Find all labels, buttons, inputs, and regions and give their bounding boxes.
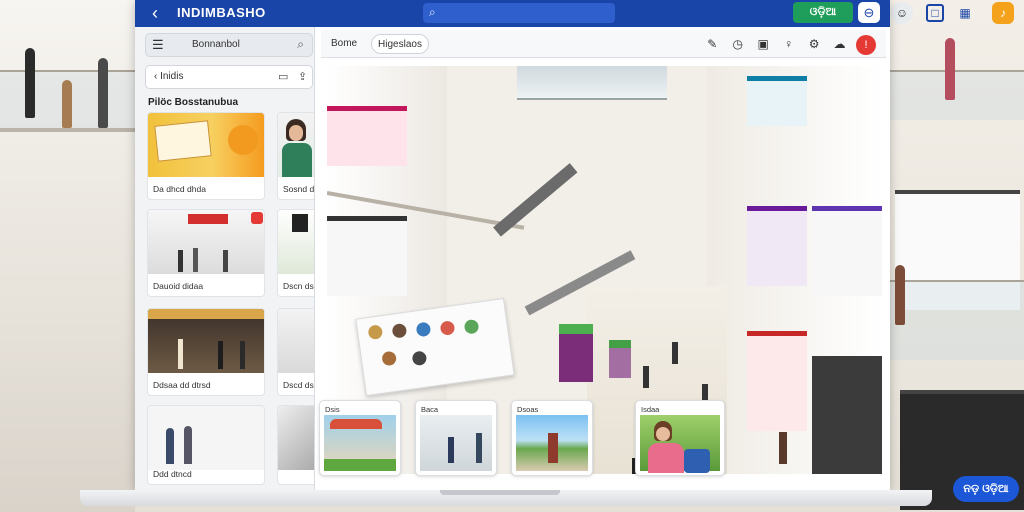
thumbnail-image <box>516 415 588 471</box>
hamburger-icon[interactable]: ☰ <box>152 37 164 53</box>
media-card[interactable]: Dauoid didaa <box>147 209 265 297</box>
media-card[interactable] <box>277 405 314 485</box>
card-caption: Sosnd dhsga <box>283 184 315 194</box>
thumbnail-image <box>640 415 720 473</box>
square-icon[interactable]: ▣ <box>754 34 772 54</box>
card-thumbnail <box>278 309 314 373</box>
media-card[interactable]: Da dhcd dhda <box>147 112 265 200</box>
search-bar[interactable]: ⌕ <box>423 3 615 23</box>
app-title: INDIMBASHO <box>177 5 266 20</box>
clock-icon[interactable]: ◷ <box>729 34 747 54</box>
shopper-figure <box>98 58 108 128</box>
thumbnail-label: Baca <box>421 405 439 414</box>
thumbnail-label: Dsoas <box>517 405 539 414</box>
tab-highlights[interactable]: Higeslaos <box>371 34 429 54</box>
card-caption: Ddd dtncd <box>153 469 192 479</box>
card-caption: Dscd dssa <box>283 380 314 390</box>
alert-icon[interactable]: ! <box>856 35 876 55</box>
thumbnail-card[interactable]: Dsis <box>319 400 401 476</box>
shopper-figure <box>25 48 35 118</box>
display-stand <box>609 340 631 378</box>
card-caption: Dauoid didaa <box>153 281 204 291</box>
floating-action-button[interactable]: ନଡ଼ ଓଡ଼ିଆ <box>953 476 1019 502</box>
card-thumbnail <box>148 113 264 177</box>
main-image <box>327 66 882 474</box>
thumbnail-image <box>420 415 492 471</box>
skylight <box>517 66 667 100</box>
grid-icon[interactable]: ▦ <box>954 2 976 24</box>
card-thumbnail <box>148 210 264 274</box>
account-icon[interactable]: ⊖ <box>858 2 880 23</box>
search-input[interactable] <box>447 5 607 21</box>
media-card[interactable]: Ddsaa dd dtrsd <box>147 308 265 396</box>
lightbulb-icon[interactable]: ♀ <box>780 34 798 54</box>
square-icon[interactable]: ▭ <box>278 70 288 83</box>
panel-header-label: Bonnanbol <box>192 39 240 50</box>
laptop-base <box>80 490 932 506</box>
thumbnail-label: Isdaa <box>641 405 660 414</box>
back-arrow-icon[interactable]: ‹ <box>145 3 165 23</box>
card-thumbnail <box>148 406 264 470</box>
shopper-figure <box>945 38 955 100</box>
card-thumbnail <box>148 309 264 373</box>
media-card[interactable]: Ddd dtncd <box>147 405 265 485</box>
share-icon[interactable]: ⇪ <box>298 70 307 83</box>
cloud-icon[interactable]: ☁ <box>831 34 849 54</box>
panel-header: ☰ Bonnanbol ⌕ <box>145 33 313 57</box>
toolbar-icons: ✎ ◷ ▣ ♀ ⚙ ☁ ! <box>700 34 876 55</box>
media-card[interactable]: Dscd dssa <box>277 308 314 396</box>
left-panel: ☰ Bonnanbol ⌕ ‹ Inidis ▭ ⇪ Pilöc Bosstan… <box>135 27 315 490</box>
escalator <box>493 163 578 237</box>
section-title: Pilöc Bosstanubua <box>148 97 239 108</box>
search-icon[interactable]: ⌕ <box>297 37 304 52</box>
thumbnail-image <box>324 415 396 471</box>
card-caption: Da dhcd dhda <box>153 184 206 194</box>
panel-toolbar: ‹ Inidis ▭ ⇪ <box>145 65 313 89</box>
edit-icon[interactable]: ✎ <box>703 34 721 54</box>
card-caption: Ddsaa dd dtrsd <box>153 380 211 390</box>
card-thumbnail <box>278 406 314 470</box>
shopper-figure <box>895 265 905 325</box>
search-icon: ⌕ <box>429 5 436 19</box>
media-card[interactable]: Sosnd dhsga <box>277 112 315 200</box>
panel-tool-label[interactable]: ‹ Inidis <box>154 71 183 82</box>
thumbnail-card[interactable]: Baca <box>415 400 497 476</box>
thumbnail-card[interactable]: Dsoas <box>511 400 593 476</box>
app-window: ‹ INDIMBASHO ⌕ ଓଡ଼ିଆ ⊖ ☰ Bonnanbol ⌕ ‹ I… <box>135 0 890 490</box>
top-bar: ‹ INDIMBASHO ⌕ ଓଡ଼ିଆ ⊖ <box>135 0 890 27</box>
tab-home[interactable]: Bome <box>331 34 357 54</box>
language-button[interactable]: ଓଡ଼ିଆ <box>793 2 853 23</box>
card-thumbnail <box>278 210 314 274</box>
face-icon[interactable]: ☺ <box>891 2 913 24</box>
window-icon[interactable]: □ <box>926 4 944 22</box>
main-toolbar: Bome Higeslaos ✎ ◷ ▣ ♀ ⚙ ☁ ! <box>321 30 886 58</box>
media-card[interactable]: Dscn dsoaa <box>277 209 314 297</box>
card-caption: Dscn dsoaa <box>283 281 314 291</box>
bell-icon[interactable]: ♪ <box>992 2 1014 24</box>
thumbnail-label: Dsis <box>325 405 340 414</box>
shopper-figure <box>62 80 72 128</box>
card-thumbnail <box>278 113 314 177</box>
thumbnail-card[interactable]: Isdaa <box>635 400 725 476</box>
display-stand <box>559 324 593 382</box>
settings-icon[interactable]: ⚙ <box>805 34 823 54</box>
